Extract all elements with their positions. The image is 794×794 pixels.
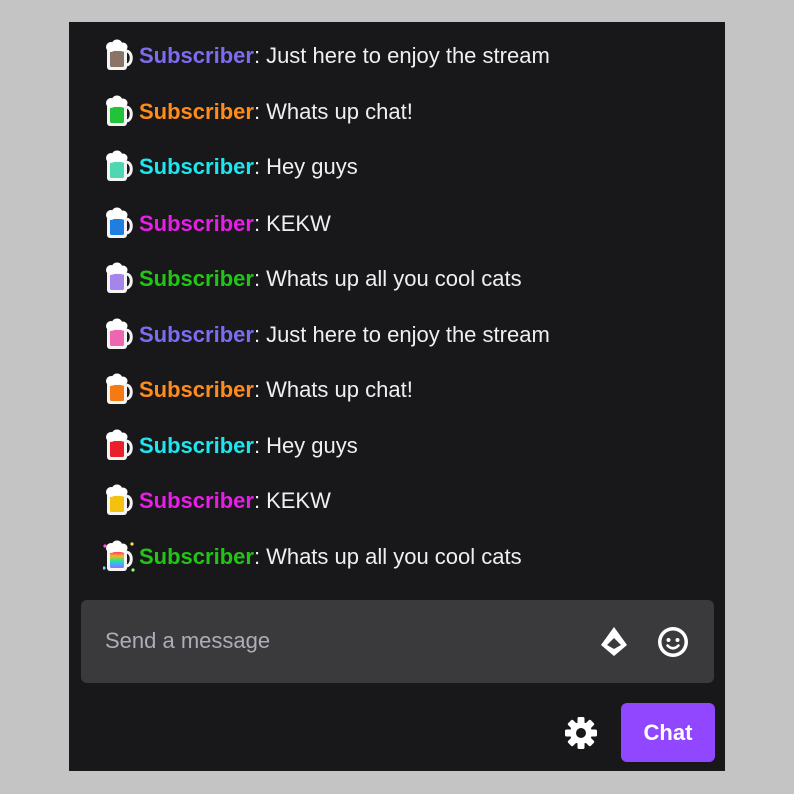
chat-input-box (81, 600, 714, 683)
chat-message: Subscriber: Whats up all you cool cats (103, 537, 522, 577)
chat-message-text: Hey guys (266, 433, 358, 458)
chat-message-text: KEKW (266, 211, 331, 236)
beer-mug-badge-icon (106, 429, 133, 460)
chat-username[interactable]: Subscriber (139, 43, 254, 69)
chat-username[interactable]: Subscriber (139, 154, 254, 180)
chat-message: Subscriber: Whats up chat! (103, 92, 413, 132)
chat-username[interactable]: Subscriber (139, 433, 254, 459)
beer-mug-badge-icon (106, 373, 133, 404)
gear-icon (565, 717, 597, 749)
beer-mug-badge-icon (106, 484, 133, 515)
beer-mug-badge-icon (106, 150, 133, 181)
chat-separator: : (253, 433, 261, 458)
chat-username[interactable]: Subscriber (139, 377, 254, 403)
rainbow-beer-mug-badge-icon (103, 540, 135, 572)
beer-mug-badge-icon (106, 95, 133, 126)
chat-settings-button[interactable] (563, 715, 599, 751)
chat-separator: : (253, 43, 261, 68)
beer-mug-badge-icon (106, 318, 133, 349)
chat-message: Subscriber: Just here to enjoy the stream (103, 36, 550, 76)
chat-message: Subscriber: Whats up all you cool cats (103, 259, 522, 299)
chat-username[interactable]: Subscriber (139, 266, 254, 292)
chat-message: Subscriber: KEKW (103, 481, 331, 521)
chat-message-text: Whats up all you cool cats (266, 544, 522, 569)
chat-message-text: Whats up chat! (266, 377, 413, 402)
chat-message-text: Whats up chat! (266, 99, 413, 124)
chat-separator: : (253, 266, 261, 291)
beer-mug-badge-icon (106, 39, 133, 70)
chat-message: Subscriber: KEKW (103, 204, 331, 244)
chat-separator: : (253, 211, 261, 236)
chat-message-text: Just here to enjoy the stream (266, 43, 550, 68)
chat-separator: : (253, 322, 261, 347)
chat-separator: : (253, 377, 261, 402)
chat-message-input[interactable] (93, 614, 595, 668)
emote-button[interactable] (655, 624, 691, 660)
chat-message: Subscriber: Hey guys (103, 426, 358, 466)
chat-panel: Subscriber: Just here to enjoy the stream… (69, 22, 725, 771)
chat-message-text: Just here to enjoy the stream (266, 322, 550, 347)
chat-username[interactable]: Subscriber (139, 544, 254, 570)
chat-username[interactable]: Subscriber (139, 99, 254, 125)
chat-message: Subscriber: Whats up chat! (103, 370, 413, 410)
chat-separator: : (253, 99, 261, 124)
chat-message: Subscriber: Hey guys (103, 147, 358, 187)
chat-username[interactable]: Subscriber (139, 211, 254, 237)
bits-icon (601, 627, 627, 656)
chat-send-button[interactable]: Chat (621, 703, 715, 762)
chat-message-text: Hey guys (266, 154, 358, 179)
chat-message-text: Whats up all you cool cats (266, 266, 522, 291)
chat-message-text: KEKW (266, 488, 331, 513)
chat-username[interactable]: Subscriber (139, 488, 254, 514)
bits-button[interactable] (596, 624, 632, 660)
smiley-face-icon (658, 627, 688, 657)
chat-username[interactable]: Subscriber (139, 322, 254, 348)
chat-separator: : (253, 544, 261, 569)
beer-mug-badge-icon (106, 262, 133, 293)
beer-mug-badge-icon (106, 207, 133, 238)
chat-separator: : (253, 488, 261, 513)
chat-separator: : (253, 154, 261, 179)
chat-message: Subscriber: Just here to enjoy the stream (103, 315, 550, 355)
